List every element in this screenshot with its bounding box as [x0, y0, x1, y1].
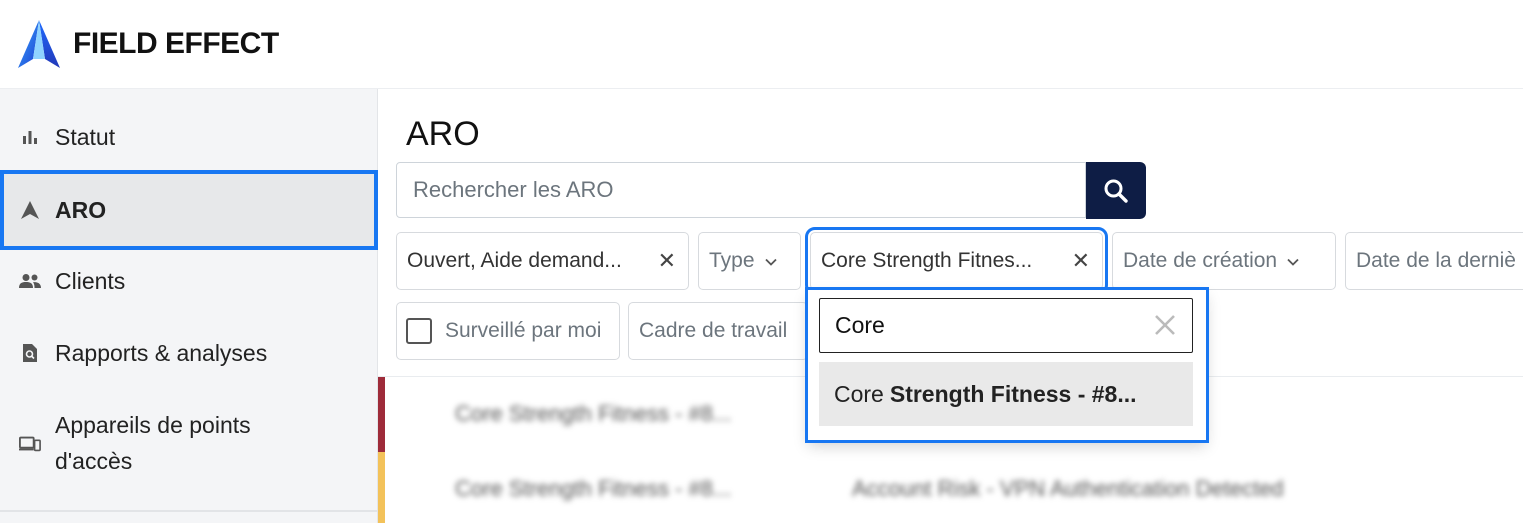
brand-logo[interactable]: FIELD EFFECT	[17, 19, 279, 69]
watched-by-me-filter[interactable]: Surveillé par moi	[396, 302, 620, 360]
table-row[interactable]: Core Strength Fitness - #8... Account Ri…	[378, 452, 1523, 523]
framework-filter-label: Cadre de travail	[639, 319, 788, 342]
sidebar-item-label: Rapports & analyses	[55, 339, 268, 366]
sidebar-item-statut[interactable]: Statut	[0, 113, 378, 161]
field-effect-logo-icon	[18, 20, 60, 68]
status-filter-value: Ouvert, Aide demand...	[407, 249, 622, 272]
clear-client-filter-icon[interactable]: ✕	[1072, 248, 1090, 274]
row-client: Core Strength Fitness - #8...	[455, 401, 732, 426]
report-search-icon	[19, 342, 41, 364]
last-update-date-filter[interactable]: Date de la derniè	[1345, 232, 1523, 290]
search-input[interactable]	[397, 163, 1085, 217]
row-title: Account Risk - VPN Authentication Detect…	[852, 476, 1284, 501]
sidebar-item-label-line1: Appareils de points	[55, 412, 251, 438]
top-header: FIELD EFFECT	[0, 0, 1523, 89]
aro-arrow-icon	[19, 199, 41, 221]
brand-name: FIELD EFFECT	[73, 27, 279, 60]
watched-by-me-label: Surveillé par moi	[445, 319, 602, 342]
framework-filter[interactable]: Cadre de travail	[628, 302, 808, 360]
sidebar-item-rapports[interactable]: Rapports & analyses	[0, 329, 378, 377]
close-icon[interactable]	[1150, 310, 1180, 340]
search-button[interactable]	[1086, 162, 1146, 219]
sidebar: Statut ARO Clients Rapports & analyses A…	[0, 89, 378, 523]
sidebar-item-label: Appareils de points d'accès	[55, 407, 251, 479]
creation-date-filter-label: Date de création	[1123, 249, 1278, 272]
sidebar-item-label: Statut	[55, 123, 116, 150]
type-filter-label: Type	[709, 249, 755, 272]
client-filter-value: Core Strength Fitnes...	[821, 249, 1033, 272]
chevron-down-icon	[1287, 253, 1299, 269]
row-client: Core Strength Fitness - #8...	[455, 476, 732, 501]
dropdown-option[interactable]: Core Strength Fitness - #8...	[819, 362, 1193, 426]
chevron-down-icon	[764, 253, 777, 269]
last-update-date-filter-label: Date de la derniè	[1356, 249, 1516, 272]
search-icon	[1104, 179, 1128, 203]
clear-status-filter-icon[interactable]: ✕	[658, 248, 676, 274]
sidebar-item-label-line2: d'accès	[55, 448, 133, 474]
type-filter[interactable]: Type	[698, 232, 801, 290]
bar-chart-icon	[19, 126, 41, 148]
severity-indicator	[378, 452, 385, 523]
option-match-text: Core	[834, 380, 884, 407]
creation-date-filter[interactable]: Date de création	[1112, 232, 1336, 290]
client-filter-dropdown: Core Strength Fitness - #8...	[805, 287, 1209, 443]
watched-by-me-checkbox[interactable]	[406, 318, 432, 344]
people-icon	[19, 270, 41, 292]
search-input-wrapper[interactable]	[396, 162, 1086, 218]
client-search-field-wrapper[interactable]	[819, 298, 1193, 353]
client-search-field[interactable]	[820, 299, 1140, 352]
client-filter[interactable]: Core Strength Fitnes... ✕	[805, 227, 1108, 295]
option-rest-text: Strength Fitness - #8...	[889, 380, 1137, 407]
devices-icon	[19, 433, 41, 455]
sidebar-item-clients[interactable]: Clients	[0, 257, 378, 305]
status-filter[interactable]: Ouvert, Aide demand... ✕	[396, 232, 689, 290]
sidebar-item-appareils[interactable]: Appareils de points d'accès	[0, 407, 378, 483]
sidebar-item-aro[interactable]: ARO	[0, 170, 378, 250]
sidebar-item-label: Clients	[55, 267, 126, 294]
sidebar-item-label: ARO	[55, 196, 107, 223]
sidebar-divider	[0, 510, 378, 512]
severity-indicator	[378, 377, 385, 452]
page-title: ARO	[406, 115, 480, 153]
